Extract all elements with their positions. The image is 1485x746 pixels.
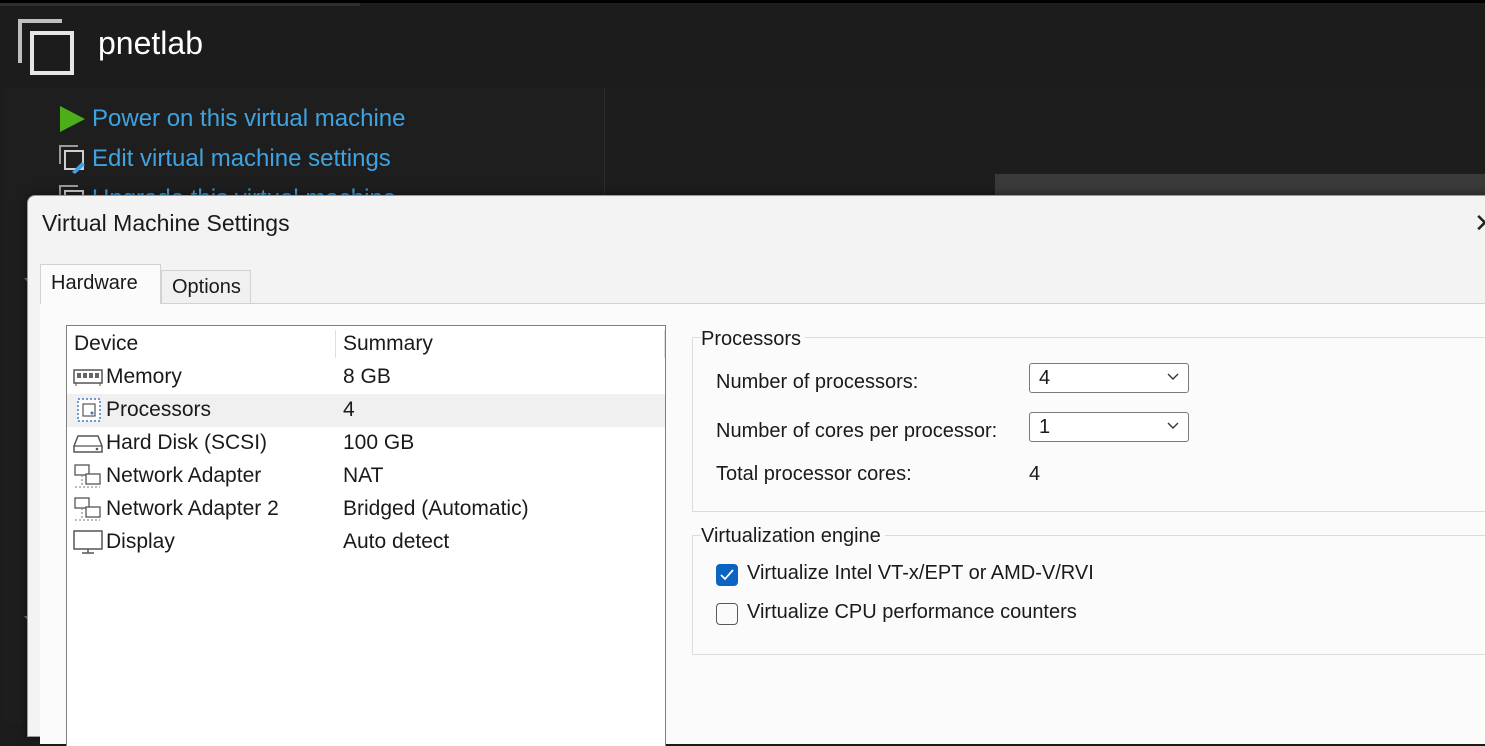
- tab-hardware[interactable]: Hardware: [40, 264, 161, 304]
- vm-header: pnetlab: [0, 0, 1485, 91]
- device-name: Network Adapter 2: [106, 497, 279, 520]
- num-processors-value: 4: [1039, 367, 1051, 389]
- network-adapter-icon: [74, 497, 101, 521]
- virtualize-perf-counters-label: Virtualize CPU performance counters: [747, 601, 1077, 623]
- virtualize-vtx-label: Virtualize Intel VT-x/EPT or AMD-V/RVI: [747, 562, 1094, 584]
- cores-per-processor-select[interactable]: 1: [1029, 412, 1189, 442]
- column-divider: [335, 330, 336, 358]
- power-on-link[interactable]: Power on this virtual machine: [58, 103, 405, 135]
- device-row-display[interactable]: Display Auto detect: [67, 526, 665, 559]
- device-name: Display: [106, 530, 175, 553]
- tab-strip: [0, 3, 360, 6]
- device-row-network-adapter[interactable]: Network Adapter NAT: [67, 460, 665, 493]
- hard-disk-icon: [73, 435, 103, 453]
- num-processors-label: Number of processors:: [716, 371, 919, 393]
- close-icon[interactable]: ✕: [1474, 208, 1485, 239]
- column-summary[interactable]: Summary: [343, 332, 433, 356]
- device-summary: Auto detect: [343, 530, 450, 553]
- device-summary: 4: [343, 398, 355, 421]
- play-icon: [60, 106, 85, 132]
- virtualize-perf-counters-checkbox[interactable]: Virtualize CPU performance counters: [716, 601, 1136, 629]
- dialog-title: Virtual Machine Settings: [42, 210, 290, 236]
- vm-settings-dialog: Virtual Machine Settings ✕ Hardware Opti…: [27, 195, 1485, 746]
- total-cores-value: 4: [1029, 463, 1041, 485]
- chevron-down-icon: [1167, 373, 1179, 380]
- checkbox-checked[interactable]: [716, 564, 738, 586]
- edit-settings-link[interactable]: Edit virtual machine settings: [58, 143, 391, 175]
- tab-options[interactable]: Options: [161, 270, 251, 304]
- processors-group-label: Processors: [701, 328, 806, 351]
- virtualization-group-label: Virtualization engine: [701, 525, 885, 548]
- device-summary: NAT: [343, 464, 384, 487]
- chevron-down-icon: [1167, 422, 1179, 429]
- cores-per-processor-value: 1: [1039, 416, 1051, 438]
- power-on-label: Power on this virtual machine: [92, 105, 406, 132]
- device-summary: 8 GB: [343, 365, 391, 388]
- virtual-machine-icon: [18, 19, 74, 75]
- virtualize-vtx-checkbox[interactable]: Virtualize Intel VT-x/EPT or AMD-V/RVI: [716, 562, 1136, 590]
- device-name: Processors: [106, 398, 212, 421]
- device-name: Hard Disk (SCSI): [106, 431, 268, 454]
- num-processors-select[interactable]: 4: [1029, 363, 1189, 393]
- device-name: Memory: [106, 365, 182, 388]
- column-divider-end: [664, 330, 665, 358]
- edit-settings-icon: [59, 145, 85, 174]
- device-row-processors[interactable]: Processors 4: [67, 394, 665, 427]
- device-row-hard-disk[interactable]: Hard Disk (SCSI) 100 GB: [67, 427, 665, 460]
- edit-settings-label: Edit virtual machine settings: [92, 145, 391, 172]
- network-adapter-icon: [74, 464, 101, 488]
- display-icon: [73, 530, 103, 554]
- column-device[interactable]: Device: [74, 332, 138, 356]
- virtualization-engine-group: [692, 535, 1485, 655]
- cores-per-processor-label: Number of cores per processor:: [716, 420, 998, 442]
- device-list-header: Device Summary: [67, 326, 665, 360]
- device-row-network-adapter-2[interactable]: Network Adapter 2 Bridged (Automatic): [67, 493, 665, 526]
- device-row-memory[interactable]: Memory 8 GB: [67, 361, 665, 394]
- device-name: Network Adapter: [106, 464, 262, 487]
- device-list[interactable]: Device Summary Memory 8 GB Processors 4 …: [66, 325, 666, 746]
- device-summary: 100 GB: [343, 431, 415, 454]
- checkmark-icon: [720, 569, 734, 581]
- vm-name: pnetlab: [98, 25, 203, 61]
- device-summary: Bridged (Automatic): [343, 497, 529, 520]
- total-cores-label: Total processor cores:: [716, 463, 912, 485]
- memory-icon: [73, 369, 103, 386]
- hardware-tab-body: Device Summary Memory 8 GB Processors 4 …: [40, 303, 1485, 746]
- processor-icon: [77, 398, 101, 422]
- checkbox-unchecked[interactable]: [716, 603, 738, 625]
